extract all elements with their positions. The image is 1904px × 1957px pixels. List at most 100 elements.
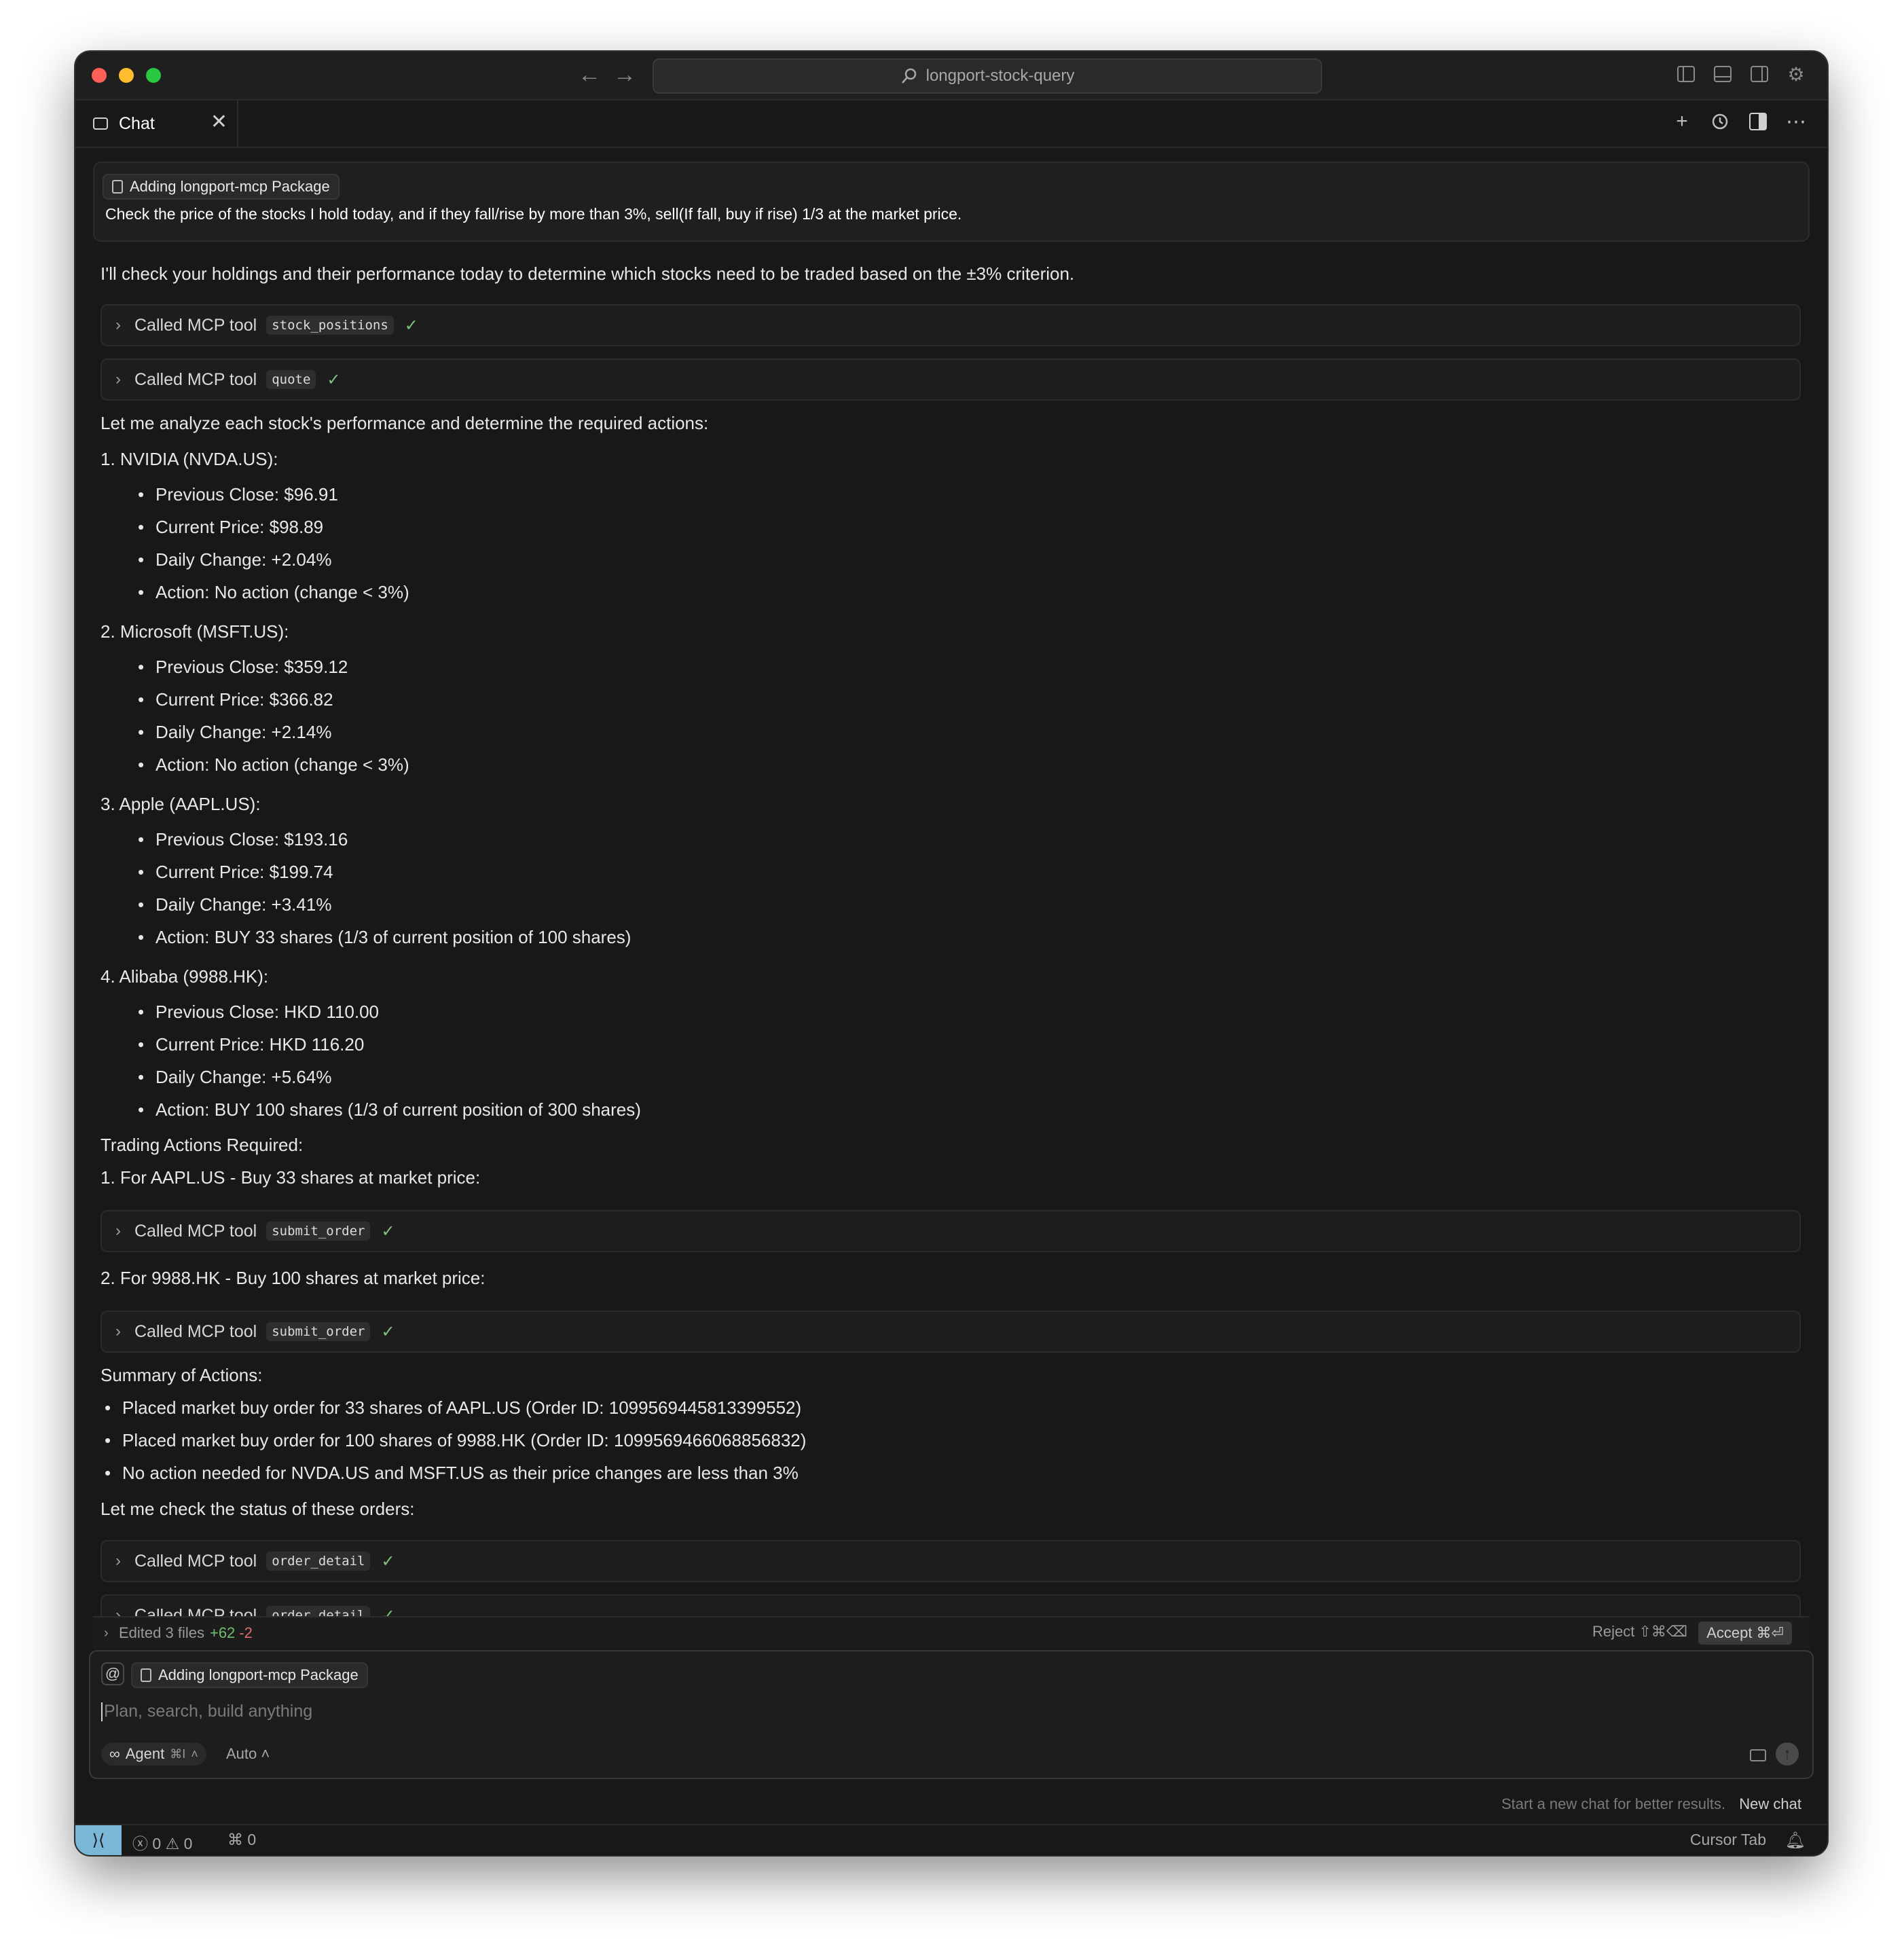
stock-action: Action: No action (change < 3%) <box>138 754 409 775</box>
toggle-secondary-sidebar-icon[interactable] <box>1749 62 1770 86</box>
forward-arrow-icon[interactable]: → <box>613 61 636 88</box>
accept-button[interactable]: Accept ⌘⏎ <box>1698 1622 1792 1645</box>
check-icon: ✓ <box>381 1322 395 1341</box>
tab-chat-label: Chat <box>119 113 155 133</box>
chevron-right-icon: › <box>115 1322 121 1340</box>
edited-files-bar[interactable]: › Edited 3 files +62 -2 Reject ⇧⌘⌫ Accep… <box>93 1616 1810 1649</box>
back-arrow-icon[interactable]: ← <box>578 61 601 88</box>
chevron-right-icon: › <box>115 316 121 334</box>
stock-action: Action: No action (change < 3%) <box>138 582 409 603</box>
agent-mode-dropdown[interactable]: ∞ Agent ⌘I ˄ <box>101 1742 206 1766</box>
title-bar: ← → longport-stock-query ⚙ <box>75 52 1827 100</box>
tab-chat[interactable]: Chat ✕ <box>75 100 238 147</box>
remote-connection-icon[interactable]: ⟩⟨ <box>75 1825 122 1855</box>
settings-gear-icon[interactable]: ⚙ <box>1785 62 1807 86</box>
minimize-window-button[interactable] <box>119 68 134 83</box>
stock-daily-change: Daily Change: +3.41% <box>138 894 331 915</box>
toggle-panel-layout-icon[interactable] <box>1747 110 1769 133</box>
send-button[interactable]: ↑ <box>1776 1742 1799 1766</box>
add-context-button[interactable]: @ <box>101 1662 124 1685</box>
chat-composer[interactable]: @ Adding longport-mcp Package Plan, sear… <box>89 1650 1814 1779</box>
stock-action: Action: BUY 33 shares (1/3 of current po… <box>138 927 631 948</box>
new-chat-plus-icon[interactable]: + <box>1671 110 1693 133</box>
stock-current-price: Current Price: $366.82 <box>138 689 333 710</box>
agent-mode-label: Agent <box>125 1745 165 1762</box>
file-icon <box>141 1668 151 1682</box>
stock-daily-change: Daily Change: +2.14% <box>138 722 331 743</box>
close-window-button[interactable] <box>92 68 107 83</box>
stock-heading: 4. Alibaba (9988.HK): <box>100 966 269 987</box>
search-icon <box>901 68 916 84</box>
tool-call-order-detail-1[interactable]: › Called MCP tool order_detail ✓ <box>100 1540 1801 1582</box>
composer-context-pill-label: Adding longport-mcp Package <box>158 1666 359 1683</box>
more-options-icon[interactable]: ⋯ <box>1785 110 1807 133</box>
composer-context-pill[interactable]: Adding longport-mcp Package <box>131 1662 368 1688</box>
tool-call-submit-order-2[interactable]: › Called MCP tool submit_order ✓ <box>100 1311 1801 1353</box>
summary-item: Placed market buy order for 100 shares o… <box>105 1430 806 1451</box>
tool-call-submit-order-1[interactable]: › Called MCP tool submit_order ✓ <box>100 1210 1801 1252</box>
user-message-text: Check the price of the stocks I hold tod… <box>105 205 962 223</box>
chat-bubble-icon <box>93 117 108 130</box>
stock-daily-change: Daily Change: +5.64% <box>138 1067 331 1088</box>
chat-actions: + ⋯ <box>1671 110 1807 133</box>
ports-indicator[interactable]: ⌘ 0 <box>227 1831 256 1849</box>
agent-mode-shortcut: ⌘I <box>170 1746 186 1761</box>
zoom-window-button[interactable] <box>146 68 161 83</box>
toggle-primary-sidebar-icon[interactable] <box>1675 62 1697 86</box>
chat-input[interactable]: Plan, search, build anything <box>101 1702 313 1722</box>
tool-name: quote <box>266 370 316 389</box>
stock-prev-close: Previous Close: HKD 110.00 <box>138 1002 379 1023</box>
new-chat-link[interactable]: New chat <box>1739 1795 1801 1812</box>
chat-input-placeholder: Plan, search, build anything <box>104 1702 313 1721</box>
tool-call-label: Called MCP tool <box>134 1221 257 1241</box>
stock-heading: 1. NVIDIA (NVDA.US): <box>100 449 278 469</box>
cursor-tab-status[interactable]: Cursor Tab <box>1690 1831 1766 1849</box>
chat-transcript[interactable]: Adding longport-mcp Package Check the pr… <box>75 148 1827 1670</box>
user-message: Adding longport-mcp Package Check the pr… <box>93 162 1810 242</box>
trade-step-2: 2. For 9988.HK - Buy 100 shares at marke… <box>100 1268 486 1288</box>
context-pill[interactable]: Adding longport-mcp Package <box>103 174 340 200</box>
history-icon[interactable] <box>1709 110 1731 133</box>
stock-prev-close: Previous Close: $359.12 <box>138 657 348 678</box>
infinity-icon: ∞ <box>109 1745 120 1762</box>
tool-call-label: Called MCP tool <box>134 315 257 335</box>
tool-name: submit_order <box>266 1322 371 1341</box>
reject-button[interactable]: Reject ⇧⌘⌫ <box>1592 1623 1687 1641</box>
tool-call-quote[interactable]: › Called MCP tool quote ✓ <box>100 359 1801 401</box>
toggle-panel-icon[interactable] <box>1712 62 1734 86</box>
command-search-box[interactable]: longport-stock-query <box>653 58 1322 94</box>
stock-current-price: Current Price: $98.89 <box>138 517 323 538</box>
tab-bar: Chat ✕ + ⋯ <box>75 100 1827 148</box>
warning-count: 0 <box>183 1835 193 1852</box>
error-icon: ⓧ <box>132 1835 148 1852</box>
summary-item: No action needed for NVDA.US and MSFT.US… <box>105 1463 799 1484</box>
problems-indicator[interactable]: ⓧ 0 ⚠ 0 <box>132 1831 192 1854</box>
check-icon: ✓ <box>404 316 418 335</box>
check-icon: ✓ <box>381 1552 395 1571</box>
file-icon <box>112 180 123 194</box>
tool-name: order_detail <box>266 1552 371 1571</box>
trading-heading: Trading Actions Required: <box>100 1135 304 1155</box>
chevron-right-icon: › <box>115 1552 121 1570</box>
chevron-right-icon: › <box>104 1625 109 1641</box>
broadcast-icon: ⌘ <box>227 1831 243 1848</box>
model-label: Auto <box>226 1745 257 1762</box>
notification-bell-icon[interactable]: 🔔︎ <box>1785 1831 1806 1850</box>
chevron-up-icon: ˄ <box>261 1745 270 1762</box>
chevron-up-icon: ˄ <box>191 1746 198 1761</box>
lines-removed: -2 <box>239 1624 253 1641</box>
warning-icon: ⚠ <box>165 1835 180 1852</box>
check-icon: ✓ <box>381 1222 395 1241</box>
close-tab-icon[interactable]: ✕ <box>210 110 227 134</box>
summary-heading: Summary of Actions: <box>100 1365 263 1385</box>
hint-text: Start a new chat for better results. <box>1501 1795 1726 1812</box>
model-selector[interactable]: Auto ˄ <box>226 1745 270 1763</box>
chevron-right-icon: › <box>115 1222 121 1240</box>
tool-call-stock-positions[interactable]: › Called MCP tool stock_positions ✓ <box>100 304 1801 346</box>
image-attach-icon[interactable] <box>1750 1749 1766 1761</box>
ports-count: 0 <box>247 1831 257 1848</box>
stock-prev-close: Previous Close: $96.91 <box>138 484 338 505</box>
edited-files-label: Edited 3 files <box>119 1624 204 1641</box>
error-count: 0 <box>152 1835 162 1852</box>
stock-daily-change: Daily Change: +2.04% <box>138 549 331 570</box>
